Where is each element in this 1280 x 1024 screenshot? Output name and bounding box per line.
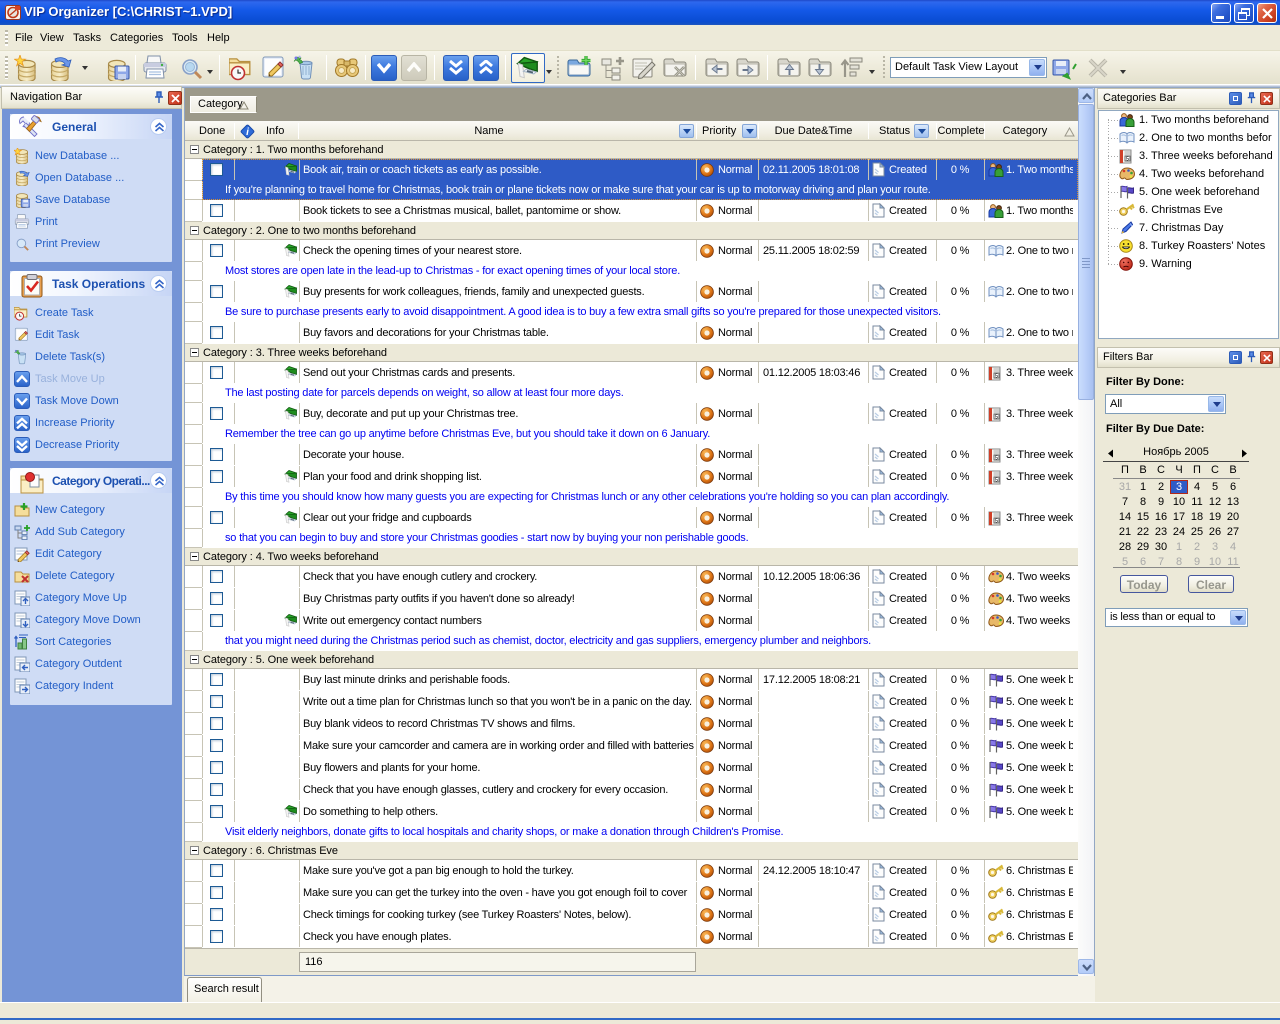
- svg-text:5: 5: [995, 519, 998, 525]
- svg-text:i: i: [246, 127, 249, 138]
- svg-text:5: 5: [995, 478, 998, 484]
- svg-text:5: 5: [995, 456, 998, 462]
- svg-text:5: 5: [1126, 157, 1129, 163]
- svg-text:5: 5: [995, 374, 998, 380]
- svg-text:5: 5: [995, 415, 998, 421]
